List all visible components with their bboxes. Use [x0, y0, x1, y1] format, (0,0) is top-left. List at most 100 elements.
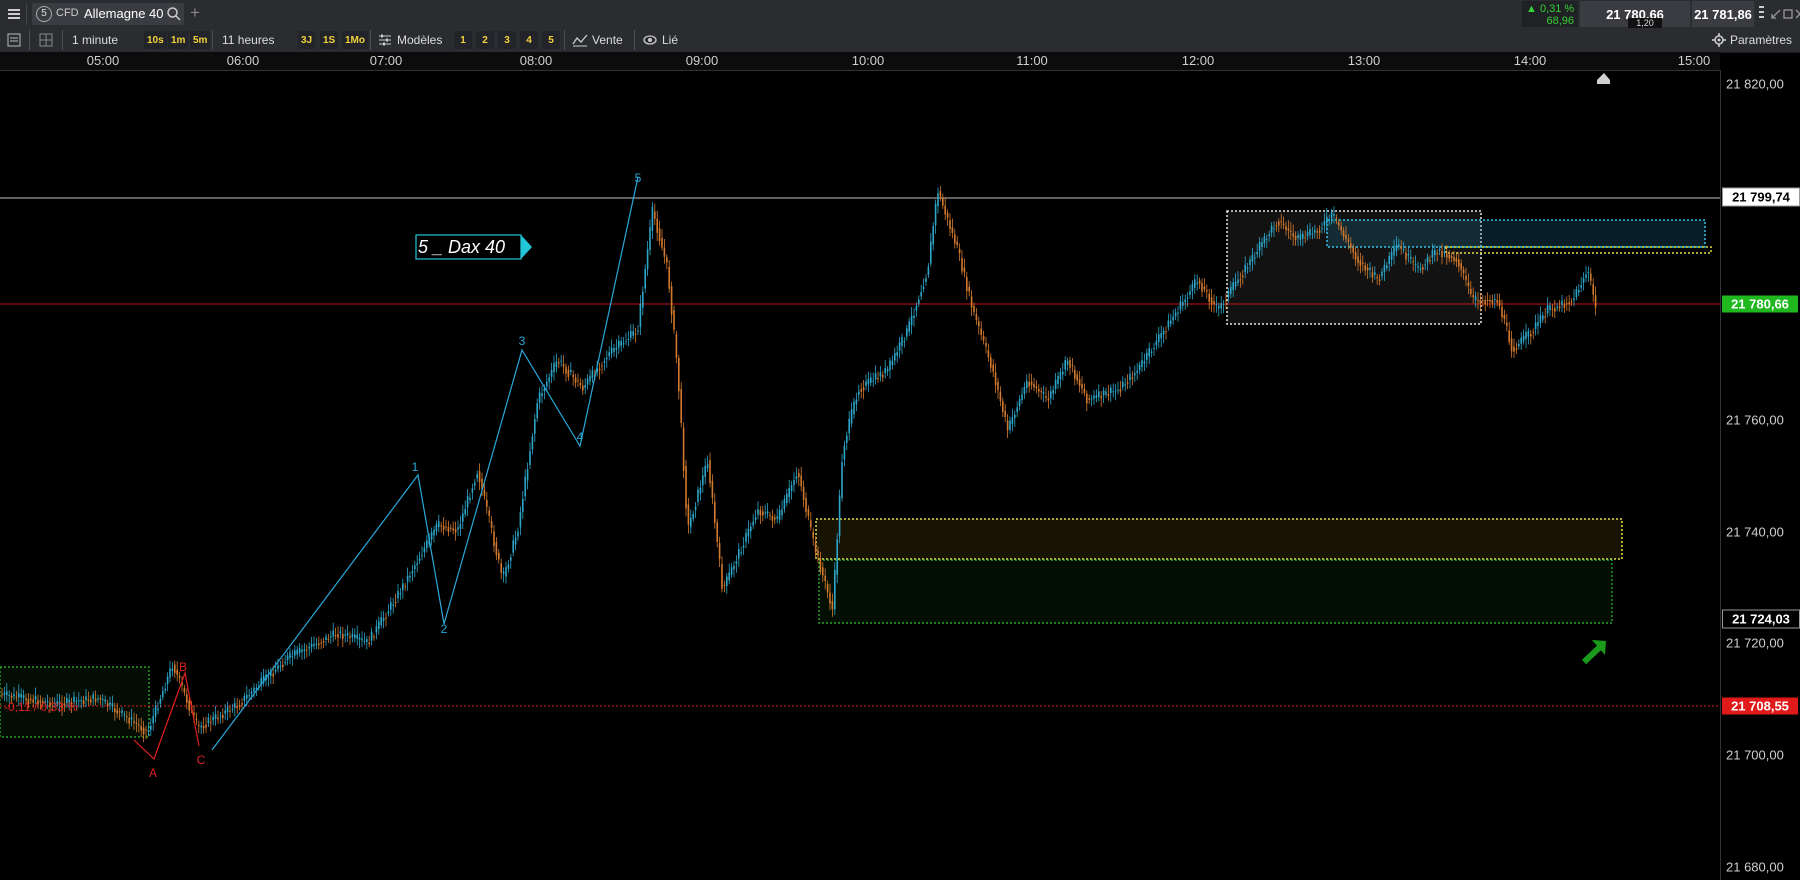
candle-body: [951, 227, 954, 233]
candle-body: [622, 343, 625, 345]
template-slot-2[interactable]: 2: [476, 31, 494, 49]
candle-body: [915, 305, 918, 311]
candle-body: [474, 482, 476, 486]
candle-body: [1215, 304, 1218, 306]
price-tick-21760: 21 760,00: [1726, 412, 1784, 428]
period-1s-button[interactable]: 1S: [320, 31, 339, 49]
instrument-tab[interactable]: 5 CFD Allemagne 40: [32, 3, 184, 25]
candle-body: [601, 365, 603, 367]
candle-body: [639, 303, 642, 327]
candle-body: [553, 363, 555, 372]
candle-body: [1237, 279, 1239, 283]
candle-body: [843, 445, 846, 460]
candle-body: [704, 466, 706, 477]
candle-body: [1064, 360, 1066, 370]
candle-body: [910, 315, 913, 326]
candle-body: [841, 462, 843, 498]
candle-body: [375, 626, 378, 633]
close-icon[interactable]: [1794, 8, 1800, 20]
candle-body: [814, 542, 817, 553]
candle-body: [1062, 371, 1064, 375]
candle-body: [723, 584, 726, 586]
candle-body: [615, 347, 618, 350]
sell-icon[interactable]: [572, 33, 588, 47]
gear-icon[interactable]: [1712, 33, 1726, 47]
candle-body: [418, 558, 421, 561]
scroll-to-end-icon[interactable]: [1597, 73, 1610, 84]
linked-button[interactable]: Lié: [662, 30, 678, 50]
candle-body: [1069, 360, 1071, 368]
candle-body: [356, 634, 358, 639]
layout-icon[interactable]: [38, 32, 54, 48]
time-tick-1200: 12:00: [1181, 53, 1215, 68]
callout-annotation[interactable]: 5 _ Dax 40: [415, 234, 532, 260]
candle-body: [776, 516, 778, 519]
candle-body: [486, 499, 488, 507]
candle-body: [1410, 256, 1412, 259]
detach-icon[interactable]: [1758, 4, 1766, 24]
candle-body: [1462, 269, 1465, 273]
candle-body: [80, 700, 82, 702]
candle-body: [1570, 301, 1573, 303]
candle-body: [649, 227, 651, 250]
interval-10s-button[interactable]: 10s: [144, 31, 167, 49]
template-slot-5[interactable]: 5: [542, 31, 560, 49]
ask-price-button[interactable]: 21 781,86: [1692, 1, 1754, 27]
candle-body: [464, 509, 466, 515]
maximize-icon[interactable]: [1782, 8, 1794, 20]
period-select[interactable]: 11 heures: [222, 30, 274, 50]
templates-button[interactable]: Modèles: [397, 30, 442, 50]
candle-body: [1434, 249, 1436, 256]
hamburger-menu-icon[interactable]: [6, 6, 22, 22]
price-chart[interactable]: 1 2 3 4 5 A B C -0,11 / 0,33 % 5 _ Dax 4…: [0, 70, 1720, 880]
candle-body: [1393, 246, 1395, 256]
candle-body: [858, 391, 860, 395]
candle-body: [414, 565, 416, 570]
candle-body: [1431, 250, 1434, 258]
sell-button[interactable]: Vente: [592, 30, 623, 50]
link-icon[interactable]: [642, 33, 658, 47]
timeframe-select[interactable]: 1 minute: [72, 30, 118, 50]
search-icon[interactable]: [166, 6, 182, 22]
candle-body: [344, 634, 346, 636]
template-slot-1[interactable]: 1: [454, 31, 472, 49]
candle-body: [1436, 252, 1438, 254]
candle-body: [1242, 275, 1244, 278]
interval-5m-button[interactable]: 5m: [190, 31, 211, 49]
template-slot-4[interactable]: 4: [520, 31, 538, 49]
candle-body: [742, 545, 745, 548]
period-3j-button[interactable]: 3J: [298, 31, 316, 49]
candle-body: [1186, 297, 1189, 299]
templates-icon[interactable]: [378, 33, 392, 47]
candle-body: [1405, 252, 1407, 260]
candle-body: [1273, 228, 1275, 230]
candle-body: [1549, 305, 1551, 310]
candle-body: [1362, 262, 1364, 264]
candle-body: [195, 718, 198, 721]
candle-body: [198, 724, 200, 726]
candle-body: [1460, 263, 1462, 270]
candle-body: [1297, 235, 1299, 238]
collapse-icon[interactable]: [1770, 8, 1782, 20]
candle-body: [992, 364, 994, 372]
candle-body: [1162, 330, 1165, 335]
template-slot-3[interactable]: 3: [498, 31, 516, 49]
candle-body: [1040, 391, 1042, 393]
interval-1m-button[interactable]: 1m: [168, 31, 189, 49]
candle-body: [1100, 396, 1102, 399]
period-1mo-button[interactable]: 1Mo: [342, 31, 368, 49]
settings-button[interactable]: Paramètres: [1730, 30, 1792, 50]
candle-body: [1256, 251, 1258, 255]
candle-body: [706, 464, 709, 469]
candle-body: [378, 621, 380, 629]
candle-body: [1446, 253, 1448, 258]
candle-body: [1251, 254, 1254, 262]
candle-body: [757, 509, 759, 515]
list-icon[interactable]: [6, 32, 22, 48]
add-tab-button[interactable]: +: [190, 3, 200, 23]
candle-body: [934, 203, 937, 226]
candle-body: [78, 700, 80, 702]
candle-body: [164, 688, 166, 691]
candle-body: [483, 489, 486, 496]
candle-body: [1414, 264, 1417, 266]
